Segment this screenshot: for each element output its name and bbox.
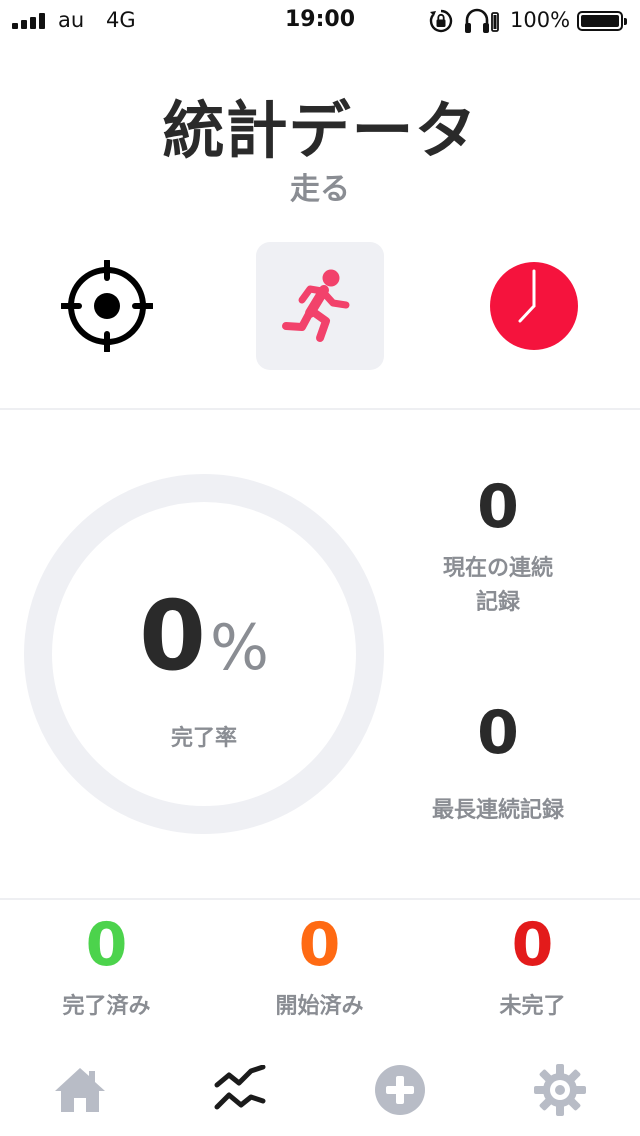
incomplete-label: 未完了 [499,994,566,1019]
tab-settings[interactable] [530,1060,590,1120]
completion-value: 0 [139,580,206,692]
incomplete-count: 0 [511,910,554,980]
orientation-lock-icon [428,8,454,38]
tab-stats[interactable] [210,1060,270,1120]
completion-unit: % [209,611,269,684]
running-person-icon [282,269,350,342]
divider [0,898,640,900]
completion-percent: 0% [24,580,384,692]
tab-home[interactable] [50,1060,110,1120]
stats-chart-icon [214,1065,266,1110]
battery-percent: 100% [510,8,571,32]
best-streak-label: 最長連続記録 [431,798,564,823]
started-label: 開始済み [275,994,364,1019]
current-streak-value: 0 [477,472,519,542]
target-icon [61,260,153,352]
add-circle-icon [375,1065,425,1115]
mode-clock-button[interactable] [470,242,598,370]
completion-label: 完了率 [170,726,237,751]
home-icon [55,1068,105,1112]
gear-icon [534,1064,586,1116]
battery-icon [577,11,627,31]
page-subtitle: 走る [290,172,350,207]
divider [0,408,640,410]
mode-target-button[interactable] [43,242,171,370]
tab-add[interactable] [370,1060,430,1120]
status-bar: au 4G 19:00 100% [0,0,640,40]
mode-run-button[interactable] [256,242,384,370]
current-streak-label: 現在の連続 記録 [442,556,553,615]
headphones-icon [463,8,499,38]
best-streak-value: 0 [477,698,519,768]
completed-count: 0 [85,910,128,980]
completed-label: 完了済み [62,994,151,1019]
started-count: 0 [298,910,341,980]
clock-icon [490,262,578,350]
page-title: 統計データ [162,94,478,167]
